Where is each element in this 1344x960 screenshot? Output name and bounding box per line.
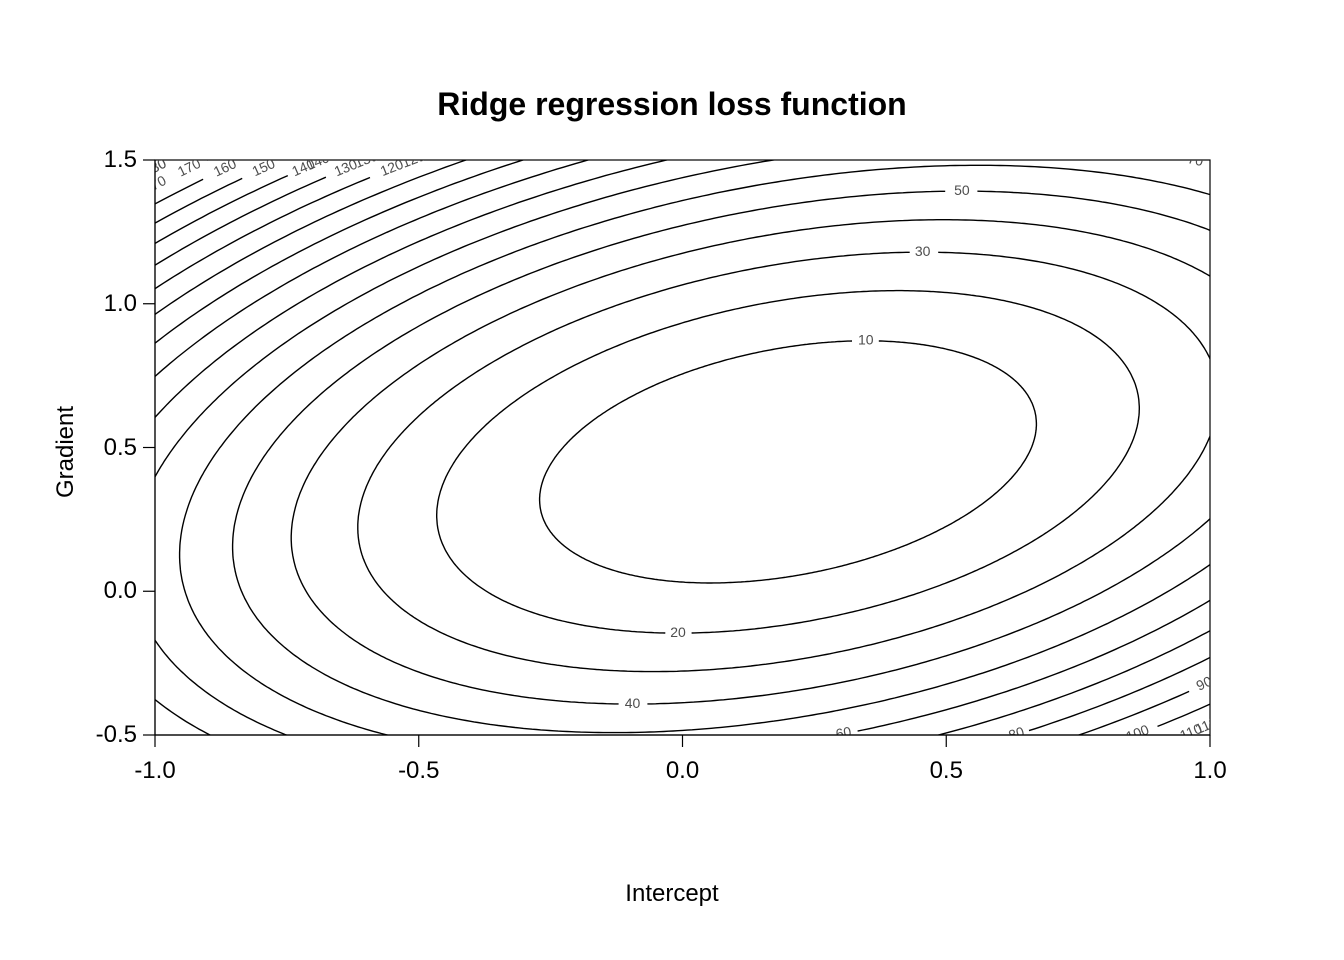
y-tick-label: 0.5 [104,434,137,462]
contour-line [0,0,1344,960]
y-tick-label: 0.0 [104,577,137,605]
x-tick-label: 0.5 [916,757,976,785]
contour-labels-group: 1020304050607080901001101101201201301301… [141,147,1220,744]
y-tick-label: -0.5 [96,721,137,749]
contour-line [85,119,1344,804]
contour-label: 90 [1194,673,1215,694]
contour-label: 30 [915,243,931,259]
contour-line [540,341,1037,583]
y-tick-label: 1.5 [104,146,137,174]
x-tick-label: -1.0 [125,757,185,785]
x-tick-label: 1.0 [1180,757,1240,785]
contour-label: 100 [1124,721,1152,744]
contour-line [131,142,1344,783]
contour-line [0,0,1344,960]
contour-line [0,0,1344,931]
contour-line [0,0,1344,960]
contour-label: 80 [1007,723,1027,743]
contour-label: 130 [332,156,360,180]
contour-label: 130 [352,147,380,171]
contour-label: 10 [858,331,874,347]
y-tick-label: 1.0 [104,290,137,318]
contour-label: 120 [378,156,406,180]
contour-line [0,0,1344,960]
contour-line [358,252,1218,671]
contour-label: 120 [400,147,428,170]
contours-group [0,0,1344,960]
plot-frame [155,160,1210,735]
contour-label: 50 [954,182,970,198]
contour-line [0,0,1344,960]
contour-line [0,0,1344,960]
contour-plot: 1020304050607080901001101101201201301301… [0,0,1344,960]
contour-label: 40 [625,695,641,711]
contour-label: 160 [211,155,239,180]
x-tick-label: 0.0 [653,757,713,785]
contour-label: 60 [834,723,853,742]
contour-line [180,165,1344,758]
contour-label: 150 [250,155,278,179]
contour-label: 140 [304,149,332,173]
contour-line [437,291,1140,633]
x-tick-label: -0.5 [389,757,449,785]
contour-line [0,0,1344,960]
contour-line [233,191,1344,732]
contour-line [0,0,1344,960]
contour-line [0,0,1344,946]
contour-line [291,220,1285,704]
contour-label: 20 [670,624,686,640]
contour-label: 170 [175,155,203,180]
contour-line [43,99,1344,826]
